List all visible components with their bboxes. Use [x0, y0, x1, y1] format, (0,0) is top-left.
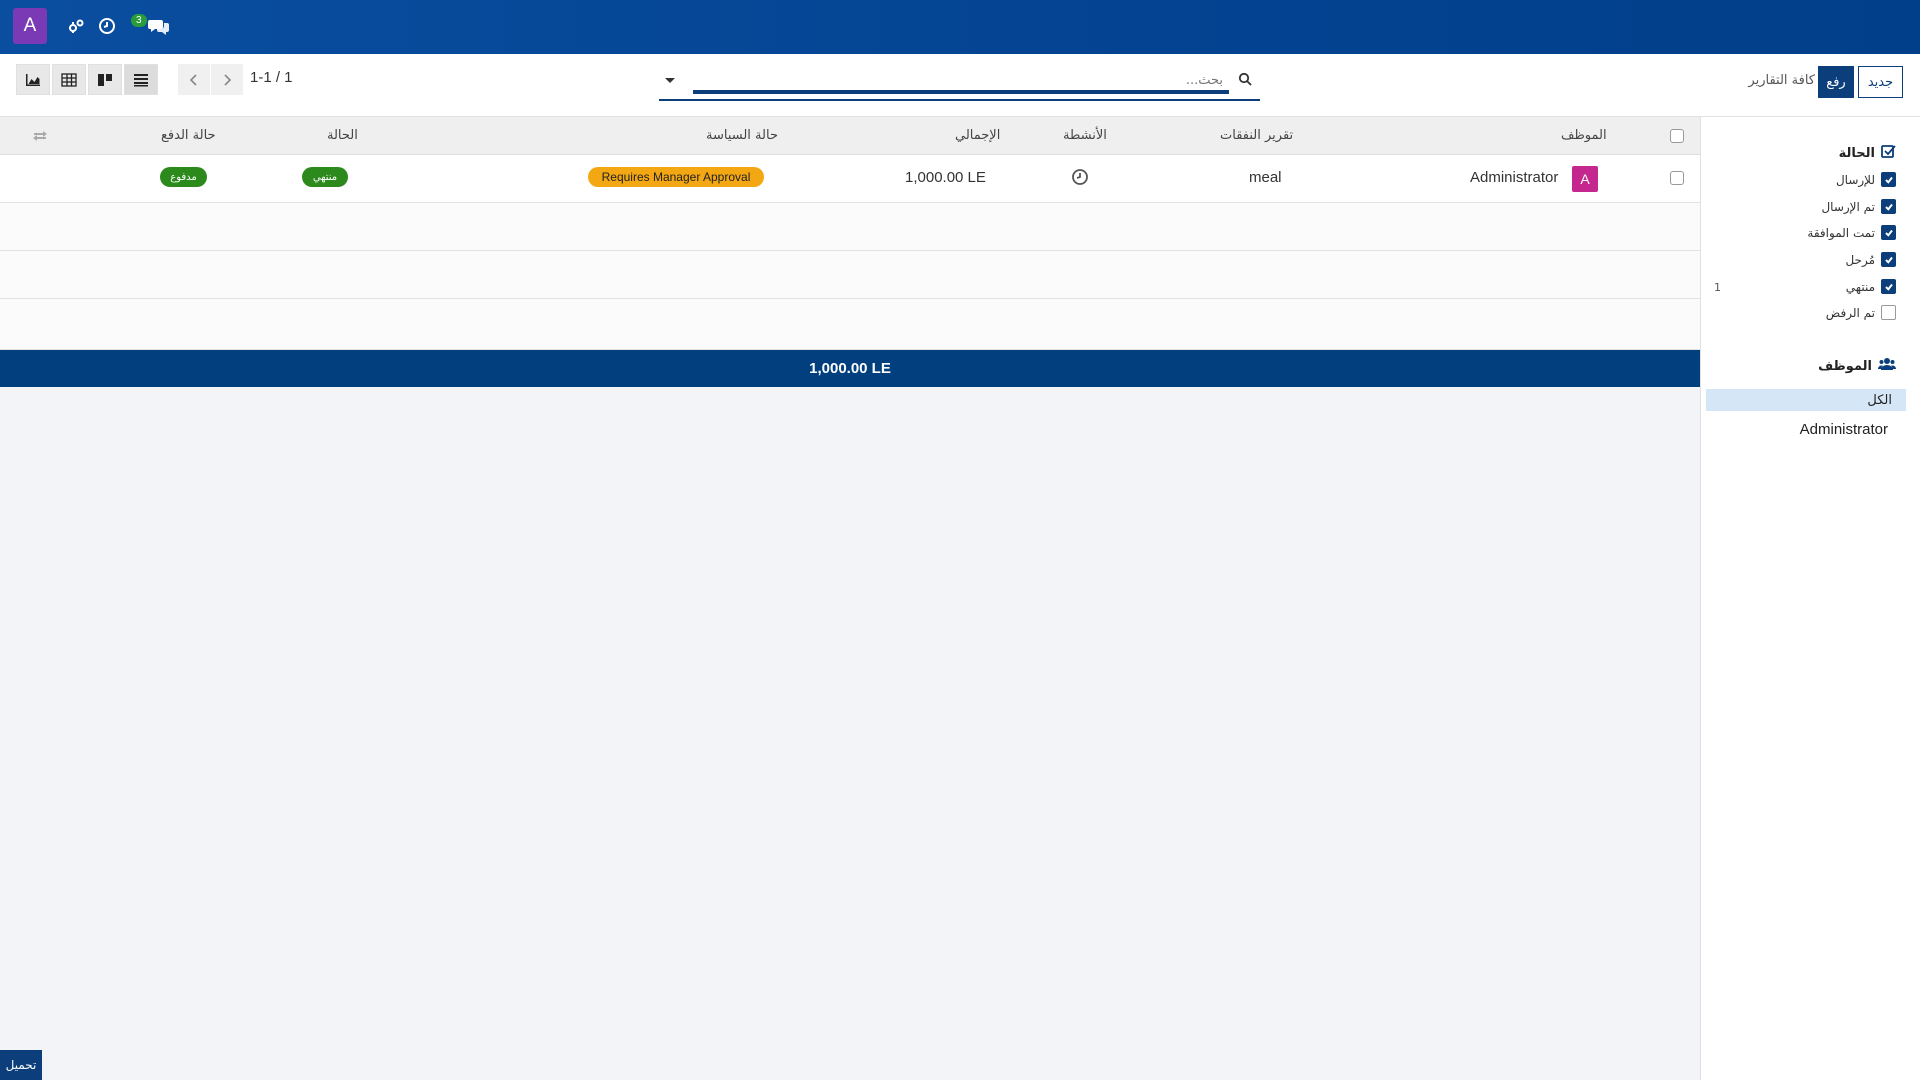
clock-icon[interactable] — [97, 16, 117, 36]
load-button[interactable]: تحميل — [0, 1050, 42, 1080]
checkbox-unchecked-icon[interactable] — [1881, 305, 1896, 320]
select-all-checkbox[interactable] — [1670, 129, 1684, 143]
header-status[interactable]: الحالة — [327, 128, 358, 143]
caret-down-icon[interactable] — [663, 73, 679, 89]
table-icon — [61, 72, 77, 87]
checkbox-checked-icon[interactable] — [1881, 252, 1896, 267]
checkbox-checked-icon[interactable] — [1881, 199, 1896, 214]
checkbox-checked-icon[interactable] — [1881, 279, 1896, 294]
list-icon — [134, 73, 148, 86]
all-reports-breadcrumb: كافة التقارير — [1748, 73, 1815, 88]
pivot-view-button[interactable] — [52, 64, 86, 95]
upload-button[interactable]: رفع — [1818, 66, 1854, 98]
status-badge: منتهي — [302, 167, 348, 187]
check-square-icon — [1881, 144, 1896, 163]
employee-filter-title: الموظف — [1818, 357, 1896, 375]
status-done-count: 1 — [1714, 281, 1721, 294]
graph-view-button[interactable] — [16, 64, 50, 95]
search-input[interactable] — [693, 70, 1229, 94]
control-panel: 1-1 / 1 كافة التقارير رفع جديد — [0, 54, 1920, 117]
pager-previous-button[interactable] — [178, 64, 210, 95]
header-employee[interactable]: الموظف — [1561, 128, 1607, 143]
header-total[interactable]: الإجمالي — [955, 128, 1000, 143]
checkbox-checked-icon[interactable] — [1881, 225, 1896, 240]
expense-report-cell: meal — [1249, 169, 1282, 186]
status-filter-to-submit[interactable]: للإرسال — [1836, 172, 1896, 187]
status-filter-title: الحالة — [1839, 144, 1896, 163]
status-filter-done[interactable]: منتهي — [1846, 279, 1896, 294]
search-panel: الحالة للإرسال تم الإرسال تمت الموافقة م… — [1700, 117, 1920, 1080]
header-payment-status[interactable]: حالة الدفع — [161, 128, 216, 143]
top-navbar: A 3 — [0, 0, 1920, 54]
header-expense-report[interactable]: تقرير النفقات — [1220, 128, 1293, 143]
activity-clock-icon[interactable] — [1071, 168, 1089, 190]
kanban-view-button[interactable] — [88, 64, 122, 95]
pager-next-button[interactable] — [211, 64, 243, 95]
chevron-right-icon — [224, 73, 232, 86]
empty-row — [0, 251, 1700, 299]
debug-icon[interactable] — [66, 16, 86, 36]
status-filter-submitted[interactable]: تم الإرسال — [1821, 199, 1896, 214]
total-cell: 1,000.00 LE — [905, 169, 986, 186]
users-icon — [1878, 357, 1896, 375]
table-row[interactable]: مدفوع منتهي Requires Manager Approval 1,… — [0, 155, 1700, 203]
empty-row — [0, 203, 1700, 251]
status-filter-posted[interactable]: مُرحل — [1845, 252, 1896, 267]
kanban-icon — [98, 73, 112, 86]
row-checkbox[interactable] — [1670, 171, 1684, 185]
optional-columns-icon[interactable] — [32, 129, 48, 143]
header-policy-status[interactable]: حالة السياسة — [706, 128, 778, 143]
header-activities[interactable]: الأنشطة — [1063, 128, 1107, 143]
status-filter-refused[interactable]: تم الرفض — [1826, 305, 1896, 320]
list-view: حالة الدفع الحالة حالة السياسة الإجمالي … — [0, 117, 1700, 1080]
new-button[interactable]: جديد — [1858, 66, 1903, 98]
status-filter-approved[interactable]: تمت الموافقة — [1807, 225, 1896, 240]
employee-filter-administrator[interactable]: Administrator — [1800, 421, 1888, 438]
employee-avatar: A — [1572, 166, 1598, 192]
search-bar — [659, 64, 1260, 101]
pager-value[interactable]: 1-1 / 1 — [250, 69, 293, 86]
search-icon — [1238, 72, 1254, 88]
table-header: حالة الدفع الحالة حالة السياسة الإجمالي … — [0, 117, 1700, 155]
empty-row — [0, 299, 1700, 350]
area-chart-icon — [26, 73, 40, 86]
chat-icon[interactable] — [147, 16, 171, 36]
employee-name-cell: Administrator — [1470, 169, 1559, 186]
table-footer-total: 1,000.00 LE — [0, 350, 1700, 387]
user-avatar[interactable]: A — [13, 8, 47, 44]
chevron-left-icon — [189, 73, 197, 86]
payment-status-badge: مدفوع — [160, 167, 207, 187]
checkbox-checked-icon[interactable] — [1881, 172, 1896, 187]
policy-status-badge: Requires Manager Approval — [588, 167, 764, 187]
messages-badge: 3 — [131, 14, 147, 27]
employee-filter-all[interactable]: الكل — [1706, 389, 1906, 411]
list-view-button[interactable] — [124, 64, 158, 95]
